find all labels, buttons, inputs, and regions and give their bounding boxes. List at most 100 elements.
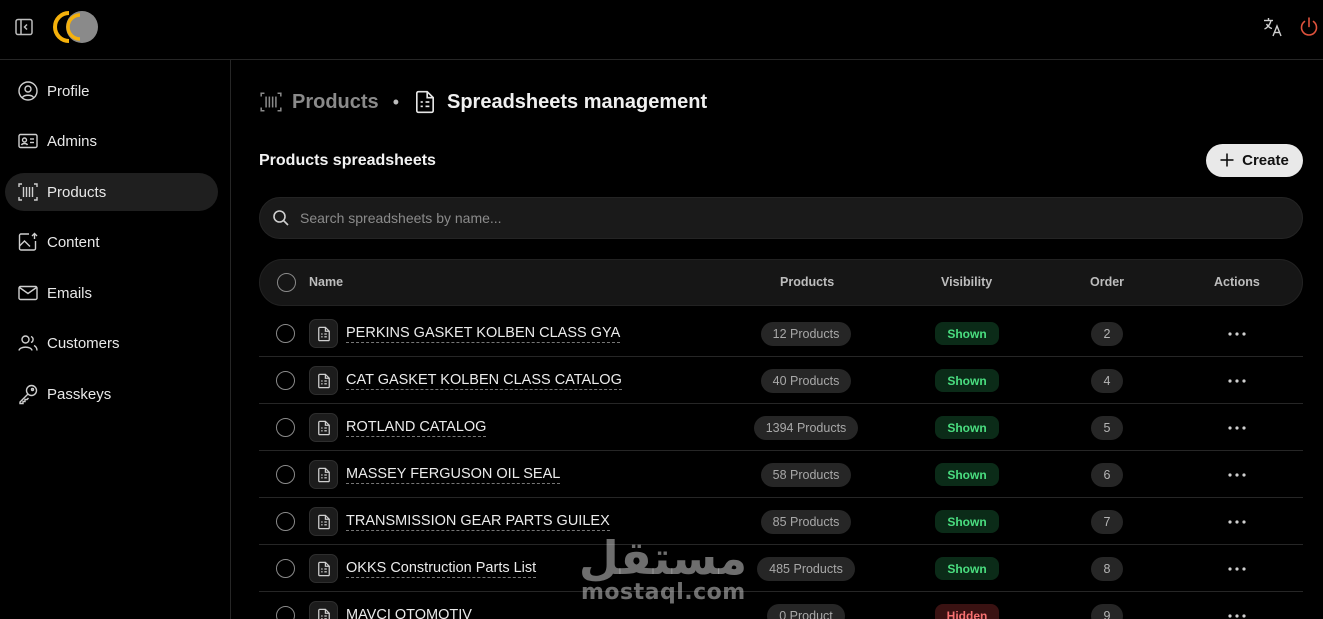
spreadsheet-name-link[interactable]: CAT GASKET KOLBEN CLASS CATALOG <box>346 372 622 390</box>
barcode-icon <box>16 180 40 204</box>
spreadsheet-name-link[interactable]: ROTLAND CATALOG <box>346 419 487 437</box>
barcode-icon <box>259 90 283 114</box>
spreadsheet-name-link[interactable]: TRANSMISSION GEAR PARTS GUILEX <box>346 513 610 531</box>
sidebar-item-content[interactable]: Content <box>5 223 218 261</box>
section-title: Products spreadsheets <box>259 152 436 169</box>
top-bar <box>0 0 1323 60</box>
products-count-badge: 85 Products <box>760 510 852 534</box>
row-checkbox[interactable] <box>276 465 295 484</box>
order-badge: 7 <box>1091 510 1123 534</box>
search-bar <box>259 197 1303 239</box>
sidebar-item-products[interactable]: Products <box>5 173 218 211</box>
create-button-label: Create <box>1242 152 1289 169</box>
image-upload-icon <box>16 230 40 254</box>
table-row[interactable]: MAVCI OTOMOTIV 0 Product Hidden 9 <box>259 592 1303 619</box>
breadcrumb-separator: • <box>392 91 399 112</box>
sidebar-item-label: Emails <box>47 284 93 302</box>
sidebar-item-label: Passkeys <box>47 385 112 403</box>
key-icon <box>16 382 40 406</box>
user-circle-icon <box>16 79 40 103</box>
products-count-badge: 12 Products <box>760 322 852 346</box>
select-all-checkbox[interactable] <box>277 273 296 292</box>
table-header: Name Products Visibility Order Actions <box>259 259 1303 306</box>
spreadsheet-file-icon <box>309 319 338 348</box>
spreadsheet-name-link[interactable]: OKKS Construction Parts List <box>346 560 537 578</box>
order-badge: 2 <box>1091 322 1123 346</box>
visibility-badge: Hidden <box>935 604 999 619</box>
table-row[interactable]: OKKS Construction Parts List 485 Products… <box>259 545 1303 592</box>
sidebar-toggle-icon[interactable] <box>14 17 34 37</box>
spreadsheet-file-icon <box>309 601 338 619</box>
products-count-badge: 1394 Products <box>753 416 859 440</box>
table-row[interactable]: CAT GASKET KOLBEN CLASS CATALOG 40 Produc… <box>259 357 1303 404</box>
search-icon <box>272 209 290 227</box>
spreadsheet-name-link[interactable]: MAVCI OTOMOTIV <box>346 607 472 619</box>
sidebar-item-emails[interactable]: Emails <box>5 274 218 312</box>
order-badge: 6 <box>1091 463 1123 487</box>
order-badge: 5 <box>1091 416 1123 440</box>
sidebar-item-label: Profile <box>47 82 90 100</box>
column-header-order[interactable]: Order <box>1090 275 1124 289</box>
spreadsheet-name-link[interactable]: MASSEY FERGUSON OIL SEAL <box>346 466 561 484</box>
id-card-icon <box>16 129 40 153</box>
more-actions-icon[interactable] <box>1225 606 1249 619</box>
more-actions-icon[interactable] <box>1225 418 1249 438</box>
breadcrumb: Products • Spreadsheets management <box>259 88 707 116</box>
more-actions-icon[interactable] <box>1225 324 1249 344</box>
plus-icon <box>1220 151 1234 171</box>
sidebar-item-profile[interactable]: Profile <box>5 72 218 110</box>
page-title: Spreadsheets management <box>447 90 708 113</box>
sidebar-item-passkeys[interactable]: Passkeys <box>5 375 218 413</box>
column-header-actions: Actions <box>1214 275 1260 289</box>
more-actions-icon[interactable] <box>1225 465 1249 485</box>
row-checkbox[interactable] <box>276 559 295 578</box>
sidebar-item-label: Admins <box>47 132 98 150</box>
visibility-badge: Shown <box>935 369 999 392</box>
mail-icon <box>16 281 40 305</box>
column-header-visibility[interactable]: Visibility <box>941 275 992 289</box>
spreadsheet-file-icon <box>413 90 437 114</box>
sidebar-item-customers[interactable]: Customers <box>5 324 218 362</box>
spreadsheet-file-icon <box>309 460 338 489</box>
visibility-badge: Shown <box>935 322 999 345</box>
row-checkbox[interactable] <box>276 371 295 390</box>
search-input[interactable] <box>300 210 1260 226</box>
column-header-name[interactable]: Name <box>309 275 343 289</box>
spreadsheet-file-icon <box>309 366 338 395</box>
spreadsheet-file-icon <box>309 413 338 442</box>
row-checkbox[interactable] <box>276 324 295 343</box>
sidebar: Profile Admins Products Content Emails C… <box>0 60 231 619</box>
power-icon[interactable] <box>1298 16 1320 38</box>
table-row[interactable]: TRANSMISSION GEAR PARTS GUILEX 85 Product… <box>259 498 1303 545</box>
spreadsheet-name-link[interactable]: PERKINS GASKET KOLBEN CLASS GYA <box>346 325 621 343</box>
order-badge: 8 <box>1091 557 1123 581</box>
spreadsheet-file-icon <box>309 554 338 583</box>
table-row[interactable]: ROTLAND CATALOG 1394 Products Shown 5 <box>259 404 1303 451</box>
products-count-badge: 485 Products <box>757 557 855 581</box>
translate-icon[interactable] <box>1262 16 1284 38</box>
spreadsheet-file-icon <box>309 507 338 536</box>
logo <box>49 10 99 44</box>
more-actions-icon[interactable] <box>1225 559 1249 579</box>
row-checkbox[interactable] <box>276 606 295 619</box>
products-count-badge: 58 Products <box>760 463 852 487</box>
visibility-badge: Shown <box>935 463 999 486</box>
column-header-products[interactable]: Products <box>780 275 834 289</box>
more-actions-icon[interactable] <box>1225 371 1249 391</box>
products-count-badge: 40 Products <box>760 369 852 393</box>
table-row[interactable]: PERKINS GASKET KOLBEN CLASS GYA 12 Produc… <box>259 310 1303 357</box>
create-button[interactable]: Create <box>1206 144 1303 177</box>
visibility-badge: Shown <box>935 416 999 439</box>
breadcrumb-products-link[interactable]: Products <box>292 91 379 114</box>
users-icon <box>16 331 40 355</box>
sidebar-item-admins[interactable]: Admins <box>5 122 218 160</box>
sidebar-item-label: Products <box>47 183 107 201</box>
visibility-badge: Shown <box>935 557 999 580</box>
row-checkbox[interactable] <box>276 418 295 437</box>
order-badge: 4 <box>1091 369 1123 393</box>
more-actions-icon[interactable] <box>1225 512 1249 532</box>
row-checkbox[interactable] <box>276 512 295 531</box>
table-row[interactable]: MASSEY FERGUSON OIL SEAL 58 Products Shown… <box>259 451 1303 498</box>
sidebar-item-label: Customers <box>47 334 120 352</box>
products-count-badge: 0 Product <box>767 604 845 619</box>
